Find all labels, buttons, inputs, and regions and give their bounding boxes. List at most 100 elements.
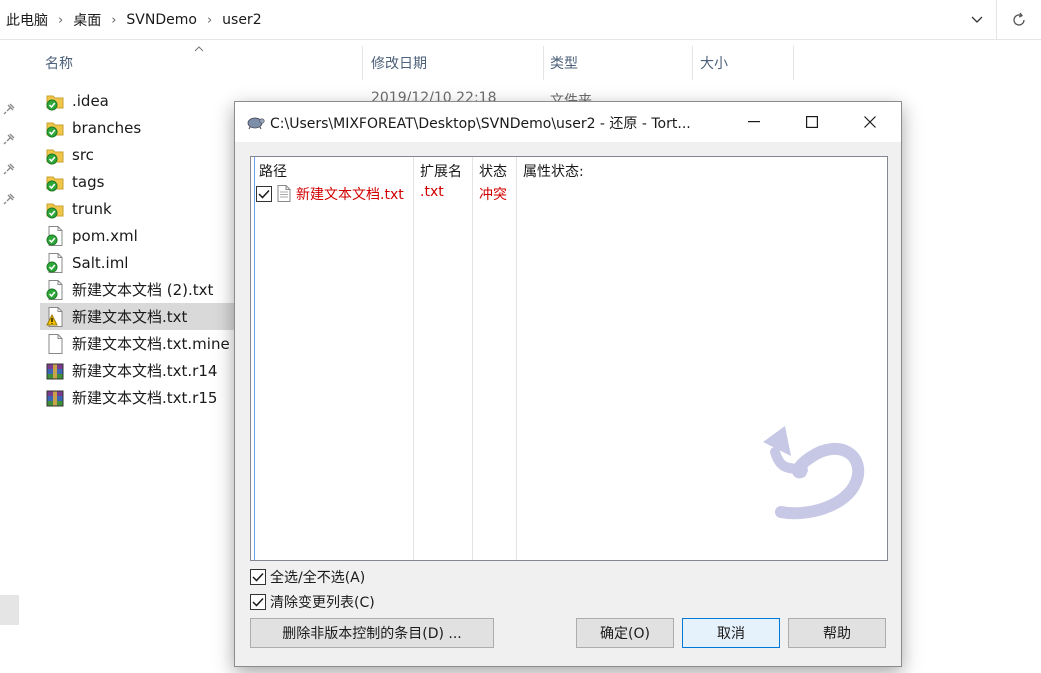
column-divider[interactable] (472, 157, 473, 560)
close-icon (864, 116, 876, 128)
checkbox-box[interactable] (250, 569, 266, 585)
row-checkbox[interactable] (256, 186, 272, 202)
column-header-path[interactable]: 路径 (259, 161, 287, 181)
dialog-titlebar[interactable]: C:\Users\MIXFOREAT\Desktop\SVNDemo\user2… (235, 102, 901, 142)
clear-changelist-label: 清除变更列表(C) (270, 595, 375, 611)
checkmark-icon (252, 572, 264, 582)
column-divider[interactable] (362, 46, 363, 80)
file-name: pom.xml (72, 226, 138, 245)
svn-file-normal-icon (46, 226, 64, 246)
column-header-size[interactable]: 大小 (700, 40, 728, 86)
blank-file-icon (46, 334, 64, 354)
chevron-right-icon[interactable]: › (111, 13, 116, 28)
close-button[interactable] (841, 102, 899, 142)
file-name: 新建文本文档.txt.mine (72, 335, 230, 353)
svn-file-normal-icon (46, 253, 64, 273)
file-row[interactable]: src (40, 141, 240, 168)
breadcrumb-svndemo[interactable]: SVNDemo (126, 12, 197, 28)
column-divider[interactable] (413, 157, 414, 560)
file-row[interactable]: tags (40, 168, 240, 195)
file-name: tags (72, 172, 105, 191)
file-row[interactable]: 新建文本文档.txt (40, 303, 240, 330)
select-all-label: 全选/全不选(A) (270, 570, 366, 586)
minimize-button[interactable] (725, 102, 783, 142)
ok-button[interactable]: 确定(O) (576, 618, 674, 648)
chevron-right-icon[interactable]: › (207, 13, 212, 28)
list-left-border (254, 157, 255, 560)
maximize-icon (806, 116, 818, 128)
help-button[interactable]: 帮助 (788, 618, 886, 648)
column-divider[interactable] (543, 46, 544, 80)
file-row[interactable]: .idea (40, 87, 240, 114)
column-header-status[interactable]: 状态 (479, 161, 507, 181)
column-header-size-label: 大小 (700, 56, 728, 72)
minimize-icon (748, 121, 760, 123)
nav-selected-item[interactable] (0, 595, 19, 625)
select-all-checkbox[interactable]: 全选/全不选(A) (250, 567, 365, 587)
file-name: 新建文本文档.txt.r14 (72, 362, 218, 380)
file-name: 新建文本文档 (2).txt (72, 281, 214, 299)
file-name: 新建文本文档.txt (72, 308, 188, 326)
column-header-type-label: 类型 (550, 56, 578, 72)
breadcrumb-user2[interactable]: user2 (222, 12, 261, 28)
maximize-button[interactable] (783, 102, 841, 142)
pin-icon[interactable] (2, 102, 18, 118)
file-name: Salt.iml (72, 253, 129, 272)
column-divider[interactable] (692, 46, 693, 80)
chevron-right-icon[interactable]: › (58, 13, 63, 28)
column-header-name-label: 名称 (45, 56, 73, 72)
pin-icon[interactable] (2, 192, 18, 208)
dialog-title: C:\Users\MIXFOREAT\Desktop\SVNDemo\user2… (270, 116, 691, 132)
svn-file-normal-icon (46, 280, 64, 300)
column-header-modified-label: 修改日期 (371, 56, 427, 72)
file-row[interactable]: Salt.iml (40, 249, 240, 276)
file-name: trunk (72, 199, 112, 218)
file-list: .idea branches src tags trunk pom.xml Salt.iml… (40, 87, 240, 411)
column-header-type[interactable]: 类型 (550, 40, 578, 86)
file-row[interactable]: 新建文本文档.txt.r15 (40, 384, 240, 411)
breadcrumb: 此电脑 › 桌面 › SVNDemo › user2 (6, 10, 262, 30)
file-row[interactable]: 新建文本文档 (2).txt (40, 276, 240, 303)
file-row[interactable]: 新建文本文档.txt.mine (40, 330, 240, 357)
breadcrumb-desktop[interactable]: 桌面 (73, 10, 101, 30)
file-row[interactable]: branches (40, 114, 240, 141)
file-name: 新建文本文档.txt.r15 (72, 389, 218, 407)
file-row[interactable]: trunk (40, 195, 240, 222)
winrar-archive-icon (46, 361, 64, 381)
checkbox-box[interactable] (250, 594, 266, 610)
clear-changelist-checkbox[interactable]: 清除变更列表(C) (250, 592, 375, 612)
column-header-name[interactable]: 名称 (45, 40, 73, 86)
sort-ascending-icon (194, 42, 204, 55)
refresh-icon (1012, 12, 1025, 26)
column-divider[interactable] (793, 46, 794, 80)
column-divider[interactable] (516, 157, 517, 560)
checkmark-icon (258, 189, 270, 199)
breadcrumb-this-pc[interactable]: 此电脑 (6, 10, 48, 30)
chevron-down-icon[interactable] (965, 9, 989, 31)
revert-dialog: C:\Users\MIXFOREAT\Desktop\SVNDemo\user2… (234, 101, 902, 667)
file-name: src (72, 145, 94, 164)
changes-list[interactable]: 路径 扩展名 状态 属性状态: 新建文本文档.txt .txt 冲突 (250, 156, 888, 561)
file-name: branches (72, 118, 142, 137)
pin-icon[interactable] (2, 162, 18, 178)
text-file-icon (277, 185, 291, 202)
svn-folder-normal-icon (46, 172, 64, 192)
refresh-button[interactable] (996, 0, 1040, 40)
winrar-archive-icon (46, 388, 64, 408)
checkmark-icon (252, 597, 264, 607)
delete-unversioned-button[interactable]: 删除非版本控制的条目(D) ... (250, 618, 494, 648)
row-ext: .txt (420, 184, 444, 200)
cancel-button[interactable]: 取消 (682, 618, 780, 648)
svn-folder-normal-icon (46, 145, 64, 165)
column-header-modified[interactable]: 修改日期 (371, 40, 427, 86)
svn-folder-normal-icon (46, 91, 64, 111)
column-header-prop-status[interactable]: 属性状态: (523, 161, 584, 181)
navigation-pane (0, 40, 22, 673)
svn-file-conflict-icon (46, 307, 64, 327)
tortoise-icon (245, 114, 265, 130)
address-bar[interactable]: 此电脑 › 桌面 › SVNDemo › user2 (0, 0, 1041, 40)
pin-icon[interactable] (2, 132, 18, 148)
column-header-ext[interactable]: 扩展名 (420, 161, 462, 181)
file-row[interactable]: pom.xml (40, 222, 240, 249)
file-row[interactable]: 新建文本文档.txt.r14 (40, 357, 240, 384)
